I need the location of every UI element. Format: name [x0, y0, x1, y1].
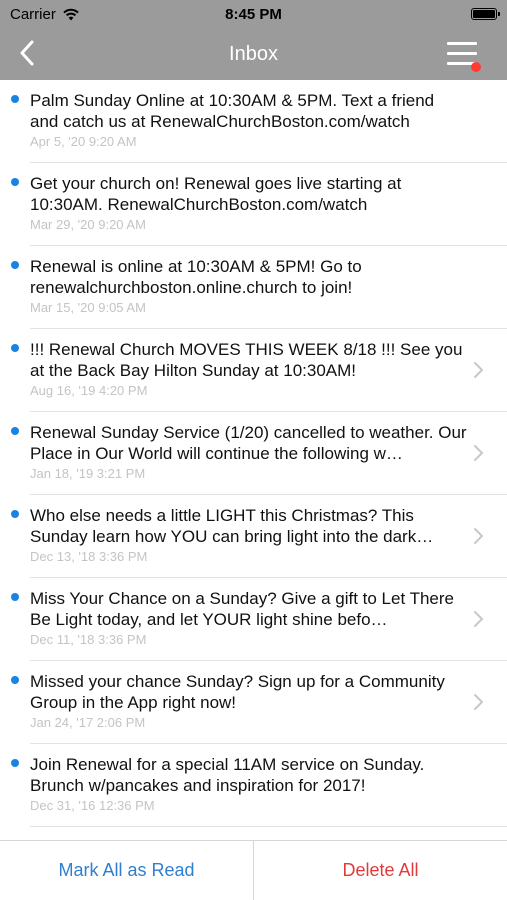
- delete-all-button[interactable]: Delete All: [254, 841, 507, 900]
- battery-icon: [471, 8, 500, 20]
- list-item[interactable]: Missed your chance Sunday? Sign up for a…: [0, 661, 507, 744]
- wifi-icon: [63, 8, 79, 20]
- hamburger-icon: [447, 42, 477, 45]
- status-left: Carrier: [10, 6, 80, 23]
- message-date: Aug 16, '19 4:20 PM: [30, 383, 148, 398]
- message-date: Apr 5, '20 9:20 AM: [30, 134, 137, 149]
- message-text: !!! Renewal Church MOVES THIS WEEK 8/18 …: [30, 340, 463, 380]
- message-date: Dec 31, '16 12:36 PM: [30, 798, 155, 813]
- unread-dot-icon: [11, 344, 19, 352]
- unread-dot-icon: [11, 95, 19, 103]
- chevron-right-icon: [474, 694, 483, 710]
- message-date: Mar 15, '20 9:05 AM: [30, 300, 146, 315]
- list-item[interactable]: Renewal is online at 10:30AM & 5PM! Go t…: [0, 246, 507, 329]
- back-button[interactable]: [12, 38, 42, 68]
- chevron-left-icon: [20, 40, 34, 66]
- unread-dot-icon: [11, 178, 19, 186]
- unread-dot-icon: [11, 676, 19, 684]
- chevron-right-icon: [474, 445, 483, 461]
- menu-button[interactable]: [447, 40, 481, 72]
- unread-dot-icon: [11, 427, 19, 435]
- notification-badge: [471, 62, 481, 72]
- unread-dot-icon: [11, 593, 19, 601]
- message-list[interactable]: Palm Sunday Online at 10:30AM & 5PM. Tex…: [0, 80, 507, 840]
- unread-dot-icon: [11, 759, 19, 767]
- unread-dot-icon: [11, 261, 19, 269]
- list-item[interactable]: Join Renewal for a special 11AM service …: [0, 744, 507, 827]
- message-text: Join Renewal for a special 11AM service …: [30, 755, 425, 795]
- status-bar: Carrier 8:45 PM: [0, 0, 507, 28]
- message-text: Palm Sunday Online at 10:30AM & 5PM. Tex…: [30, 91, 435, 131]
- message-date: Dec 13, '18 3:36 PM: [30, 549, 148, 564]
- list-item[interactable]: Renewal Sunday Service (1/20) cancelled …: [0, 412, 507, 495]
- mark-all-read-button[interactable]: Mark All as Read: [0, 841, 254, 900]
- chevron-right-icon: [474, 528, 483, 544]
- message-date: Jan 24, '17 2:06 PM: [30, 715, 146, 730]
- message-text: Renewal Sunday Service (1/20) cancelled …: [30, 423, 467, 463]
- unread-dot-icon: [11, 510, 19, 518]
- list-item[interactable]: Get your church on! Renewal goes live st…: [0, 163, 507, 246]
- message-text: Who else needs a little LIGHT this Chris…: [30, 506, 434, 546]
- list-item[interactable]: Who else needs a little LIGHT this Chris…: [0, 495, 507, 578]
- list-item[interactable]: !!! Renewal Church MOVES THIS WEEK 8/18 …: [0, 329, 507, 412]
- footer-toolbar: Mark All as Read Delete All: [0, 840, 507, 900]
- chevron-right-icon: [474, 362, 483, 378]
- message-date: Jan 18, '19 3:21 PM: [30, 466, 146, 481]
- message-date: Dec 11, '18 3:36 PM: [30, 632, 147, 647]
- chevron-right-icon: [474, 611, 483, 627]
- carrier-label: Carrier: [10, 5, 56, 23]
- list-item[interactable]: Miss Your Chance on a Sunday? Give a gif…: [0, 578, 507, 661]
- message-text: Missed your chance Sunday? Sign up for a…: [30, 672, 445, 712]
- message-date: Mar 29, '20 9:20 AM: [30, 217, 146, 232]
- hamburger-line: [447, 52, 477, 55]
- list-item[interactable]: Palm Sunday Online at 10:30AM & 5PM. Tex…: [0, 80, 507, 163]
- message-text: Get your church on! Renewal goes live st…: [30, 174, 402, 214]
- page-title: Inbox: [229, 42, 278, 65]
- nav-bar: Inbox: [0, 28, 507, 80]
- message-text: Renewal is online at 10:30AM & 5PM! Go t…: [30, 257, 362, 297]
- message-text: Miss Your Chance on a Sunday? Give a gif…: [30, 589, 455, 629]
